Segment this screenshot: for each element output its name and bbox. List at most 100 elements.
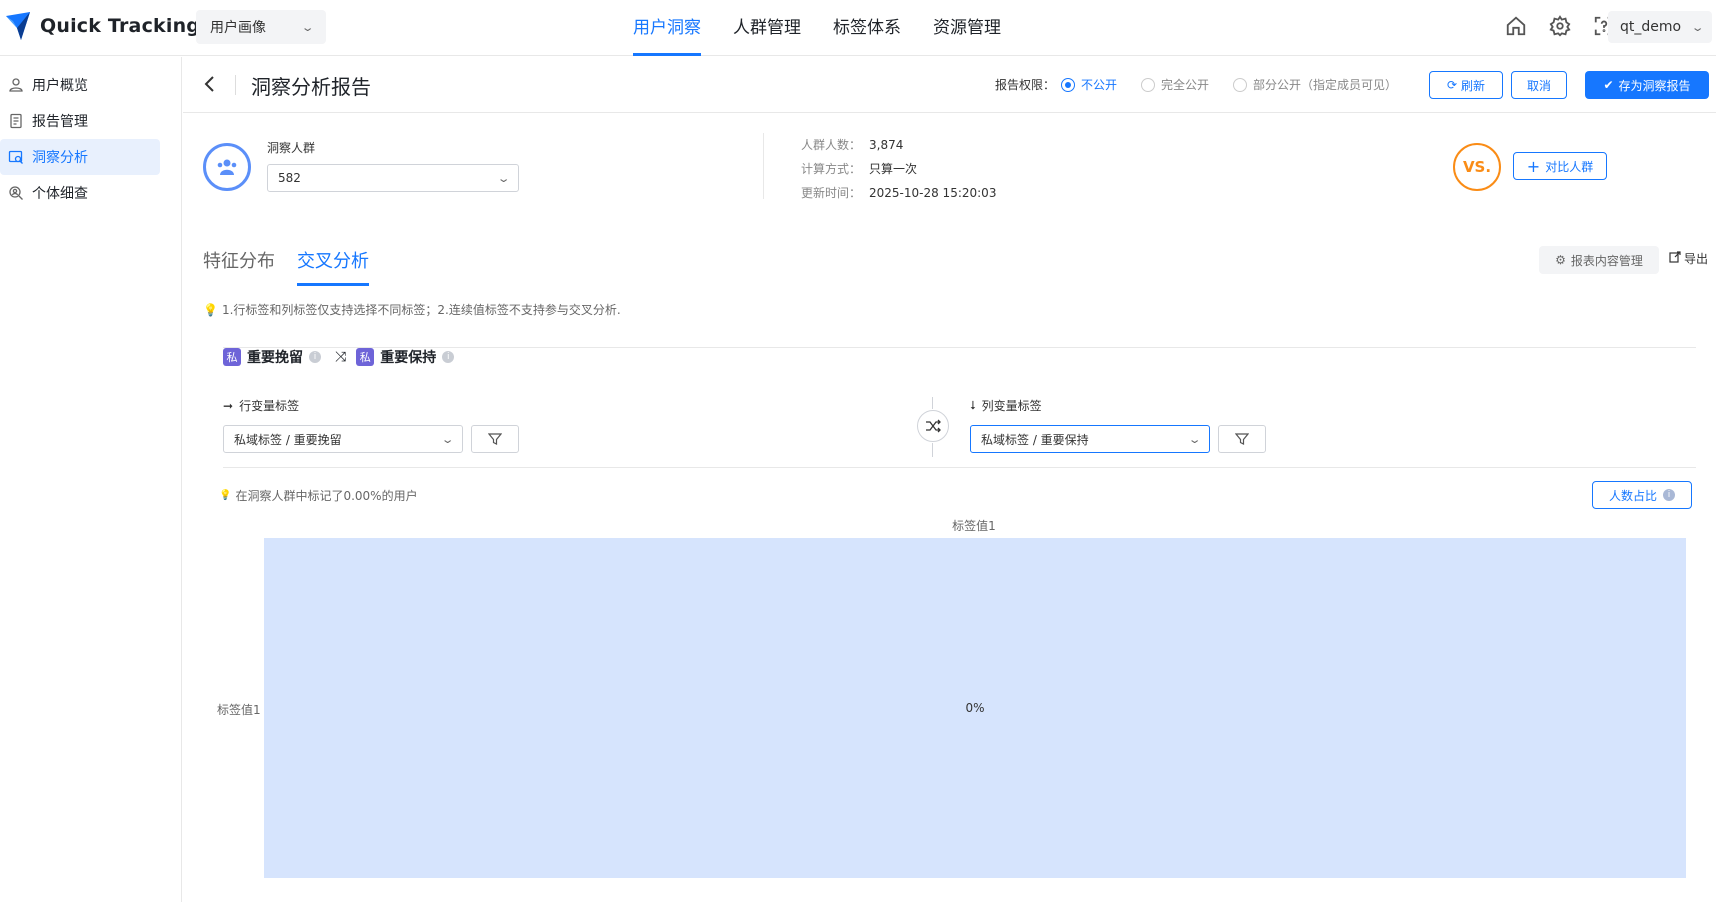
meta-calc-value: 只算一次: [869, 162, 918, 176]
save-report-button[interactable]: ✔ 存为洞察报告: [1585, 71, 1709, 99]
meta-count-value: 3,874: [869, 138, 904, 152]
meta-calc-label: 计算方式：: [801, 162, 862, 176]
col-var-select[interactable]: 私域标签 / 重要保持 ⌄: [970, 425, 1210, 453]
col-filter-button[interactable]: [1218, 425, 1266, 453]
insight-icon: [8, 149, 24, 165]
refresh-label: 刷新: [1461, 78, 1486, 93]
divider: [763, 133, 764, 199]
row-var-label-text: 行变量标签: [239, 399, 300, 413]
report-icon: [8, 113, 24, 129]
crowd-label: 洞察人群: [267, 141, 316, 155]
heatmap-cell-label: 0%: [965, 701, 985, 715]
private-badge: 私: [356, 348, 375, 366]
col-tag-name: 重要保持: [380, 350, 437, 366]
report-content-manage-label: 报表内容管理: [1570, 253, 1643, 268]
nav-user-insight[interactable]: 用户洞察: [633, 0, 701, 56]
cancel-button[interactable]: 取消: [1511, 71, 1567, 99]
cancel-label: 取消: [1526, 78, 1551, 93]
sidebar-item-user-overview[interactable]: 用户概览: [0, 67, 181, 103]
divider: [932, 397, 933, 409]
swap-button[interactable]: [917, 410, 949, 442]
vs-badge: VS.: [1453, 143, 1501, 191]
radio-dot: [1233, 77, 1248, 92]
headcount-ratio-label: 人数占比: [1608, 488, 1657, 503]
gear-icon[interactable]: [1548, 14, 1572, 38]
check-icon: ✔: [1603, 78, 1614, 92]
swap-icon: [926, 419, 941, 433]
nav-tag-system[interactable]: 标签体系: [833, 0, 901, 56]
lightbulb-icon: 💡: [219, 490, 232, 501]
top-icons: [1504, 14, 1616, 38]
export-icon: [1669, 251, 1681, 266]
row-var-label: ➞ 行变量标签: [223, 397, 299, 414]
divider: [932, 443, 933, 457]
divider: [223, 467, 1696, 468]
nav-resource-manage[interactable]: 资源管理: [933, 0, 1001, 56]
sidebar-item-label: 用户概览: [32, 78, 88, 94]
chevron-down-icon: ⌄: [496, 171, 511, 185]
user-menu[interactable]: qt_demo ⌄: [1608, 11, 1712, 43]
cross-tip: 💡 1.行标签和列标签仅支持选择不同标签；2.连续值标签不支持参与交叉分析.: [203, 301, 621, 318]
user-name: qt_demo: [1620, 19, 1682, 35]
permission-private-radio[interactable]: 不公开: [1061, 76, 1117, 93]
headcount-ratio-button[interactable]: 人数占比 i: [1592, 481, 1692, 509]
sidebar-item-insight-analysis[interactable]: 洞察分析: [0, 139, 160, 175]
col-var-select-value: 私域标签 / 重要保持: [981, 432, 1089, 447]
crowd-select-value: 582: [278, 171, 301, 185]
export-label: 导出: [1684, 252, 1709, 266]
app-logo[interactable]: Quick Tracking: [4, 10, 200, 42]
top-bar: Quick Tracking 用户画像 ⌄ 用户洞察 人群管理 标签体系 资源管…: [0, 0, 1716, 56]
back-arrow-icon[interactable]: [203, 75, 217, 98]
permission-partial-radio[interactable]: 部分公开（指定成员可见）: [1233, 76, 1397, 93]
tab-cross-analysis[interactable]: 交叉分析: [297, 247, 369, 286]
permission-option-label: 部分公开（指定成员可见）: [1253, 78, 1398, 92]
permission-public-radio[interactable]: 完全公开: [1141, 76, 1209, 93]
home-icon[interactable]: [1504, 14, 1528, 38]
row-filter-button[interactable]: [471, 425, 519, 453]
sidebar-item-person-search[interactable]: 个体细查: [0, 175, 181, 211]
gear-icon: ⚙: [1555, 253, 1566, 267]
quick-tracking-logo-icon: [6, 12, 30, 40]
page-header: 洞察分析报告 报告权限： 不公开 完全公开 部分公开（指定成员可见） ⟳ 刷新 …: [183, 57, 1716, 113]
meta-updated-label: 更新时间：: [801, 186, 862, 200]
plus-icon: +: [1526, 156, 1541, 176]
meta-updated-value: 2025-10-28 15:20:03: [869, 186, 997, 200]
filter-icon: [1235, 433, 1249, 445]
main-content: 洞察分析报告 报告权限： 不公开 完全公开 部分公开（指定成员可见） ⟳ 刷新 …: [183, 57, 1716, 902]
sidebar-item-report-manage[interactable]: 报告管理: [0, 103, 181, 139]
radio-dot: [1141, 77, 1156, 92]
arrow-right-icon: ➞: [223, 398, 234, 413]
refresh-button[interactable]: ⟳ 刷新: [1429, 71, 1503, 99]
lightbulb-icon: 💡: [203, 302, 218, 317]
row-var-select[interactable]: 私域标签 / 重要挽留 ⌄: [223, 425, 463, 453]
heatmap-cell[interactable]: 0%: [264, 538, 1686, 878]
heatmap-column-label: 标签值1: [952, 519, 996, 533]
nav-crowd-manage[interactable]: 人群管理: [733, 0, 801, 56]
info-icon: i: [1663, 489, 1675, 501]
report-permission: 报告权限： 不公开 完全公开 部分公开（指定成员可见）: [995, 76, 1397, 93]
module-select-value: 用户画像: [210, 20, 266, 36]
marked-text: 在洞察人群中标记了0.00%的用户: [235, 489, 418, 503]
module-select[interactable]: 用户画像 ⌄: [196, 10, 326, 44]
header-divider: [235, 75, 236, 95]
permission-label: 报告权限：: [995, 78, 1056, 92]
crowd-group-icon: [217, 159, 237, 175]
crowd-select[interactable]: 582 ⌄: [267, 164, 519, 192]
chevron-down-icon: ⌄: [1187, 432, 1202, 446]
sidebar: 用户概览 报告管理 洞察分析 个体细查: [0, 57, 182, 902]
info-icon[interactable]: i: [309, 351, 321, 363]
report-content-manage-button[interactable]: ⚙ 报表内容管理: [1539, 246, 1659, 274]
permission-option-label: 不公开: [1081, 78, 1118, 92]
private-badge: 私: [223, 348, 241, 366]
crowd-avatar: [203, 143, 251, 191]
person-search-icon: [8, 185, 24, 201]
marked-tip: 💡 在洞察人群中标记了0.00%的用户: [219, 487, 418, 504]
chevron-down-icon: ⌄: [440, 432, 455, 446]
tab-feature-distribution[interactable]: 特征分布: [203, 247, 275, 281]
arrow-down-icon: ⭣: [970, 398, 976, 412]
compare-crowd-button[interactable]: + 对比人群: [1513, 152, 1607, 180]
export-button[interactable]: 导出: [1669, 250, 1708, 267]
info-icon[interactable]: i: [442, 351, 455, 363]
col-var-label-text: 列变量标签: [981, 399, 1042, 413]
top-nav: 用户洞察 人群管理 标签体系 资源管理: [633, 0, 1033, 56]
